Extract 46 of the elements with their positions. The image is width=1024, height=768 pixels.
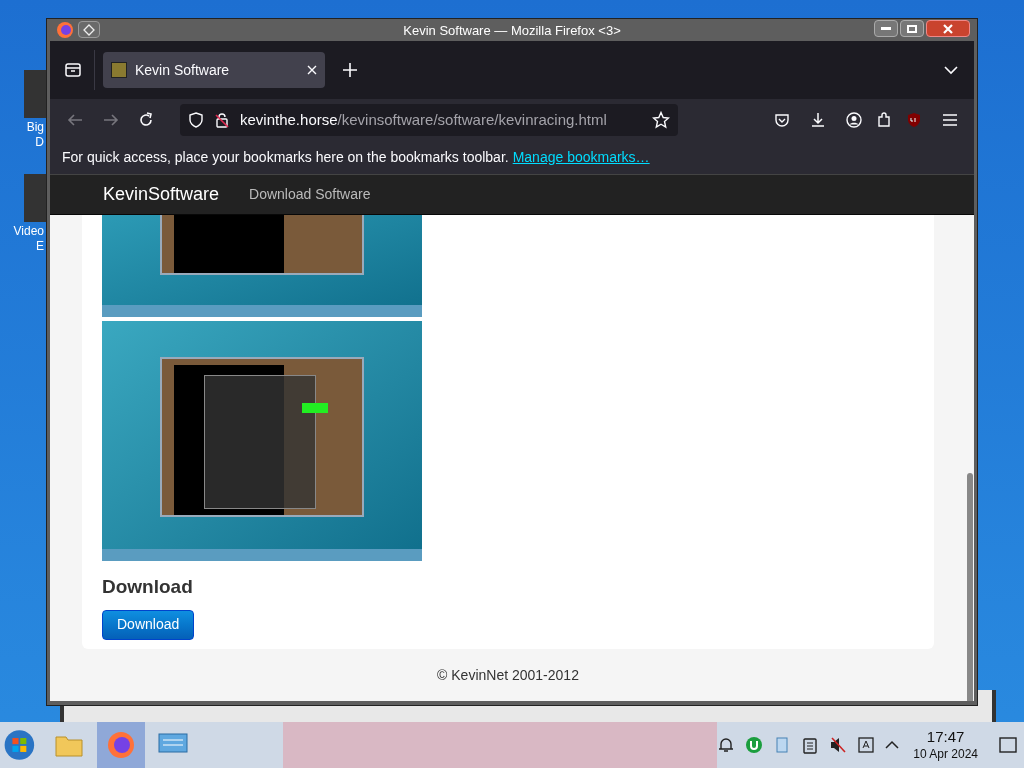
star-icon[interactable]	[652, 111, 670, 129]
manage-bookmarks-link[interactable]: Manage bookmarks…	[512, 147, 650, 168]
tab-list-icon[interactable]	[944, 65, 958, 75]
clock-time[interactable]: 17:47	[926, 728, 965, 747]
favicon-icon	[111, 62, 127, 78]
close-icon[interactable]	[943, 23, 953, 34]
close-button[interactable]	[926, 20, 970, 37]
window-title: Kevin Software — Mozilla Firefox <3>	[403, 23, 621, 38]
shield-extension-icon[interactable]	[906, 112, 922, 128]
url-domain: kevinthe.horse	[240, 110, 338, 128]
muted-speaker-icon[interactable]	[829, 736, 848, 754]
show-desktop-icon[interactable]	[998, 735, 1018, 755]
minimize-button[interactable]	[874, 20, 898, 37]
clipboard-icon[interactable]	[801, 736, 820, 754]
tab-overview-icon[interactable]	[64, 61, 82, 79]
back-icon[interactable]	[66, 112, 84, 128]
download-icon[interactable]	[810, 112, 826, 128]
url-path: /kevinsoftware/software/kevinracing.html	[337, 110, 607, 128]
bell-icon[interactable]	[717, 736, 736, 754]
forward-icon[interactable]	[102, 112, 120, 128]
scrollbar-thumb[interactable]	[967, 473, 973, 701]
download-button[interactable]: Download	[102, 609, 195, 640]
address-field[interactable]: kevinthe.horse/kevinsoftware/software/kevinracing.html	[180, 104, 678, 136]
shield-icon[interactable]	[188, 112, 204, 128]
keyboard-layout-icon[interactable]	[857, 736, 876, 754]
site-brand[interactable]: KevinSoftware	[103, 181, 220, 208]
reload-icon[interactable]	[138, 112, 154, 128]
close-tab-icon[interactable]	[307, 65, 317, 75]
new-tab-icon[interactable]	[343, 63, 357, 77]
account-icon[interactable]	[846, 112, 862, 128]
browser-tab[interactable]: Kevin Software	[103, 52, 325, 88]
chevron-up-icon[interactable]	[885, 740, 900, 750]
desktop-icon-label[interactable]: Video	[13, 224, 46, 239]
pin-button[interactable]	[78, 21, 100, 38]
bookmarks-toolbar-message: For quick access, place your bookmarks here on the bookmarks toolbar.	[62, 148, 509, 167]
desktop-icon-label[interactable]: D	[35, 135, 46, 150]
section-heading: Download	[102, 575, 194, 599]
clock-date[interactable]: 10 Apr 2024	[913, 746, 978, 762]
desktop-icon-label[interactable]: E	[36, 239, 46, 254]
desktop-icon-label[interactable]: Big	[26, 120, 46, 135]
maximize-button[interactable]	[900, 20, 924, 37]
nav-link[interactable]: Download Software	[249, 184, 371, 205]
menu-icon[interactable]	[942, 113, 958, 127]
insecure-lock-icon[interactable]	[214, 112, 230, 128]
extensions-icon[interactable]	[876, 112, 892, 128]
footer-text: © KevinNet 2001-2012	[437, 665, 579, 685]
